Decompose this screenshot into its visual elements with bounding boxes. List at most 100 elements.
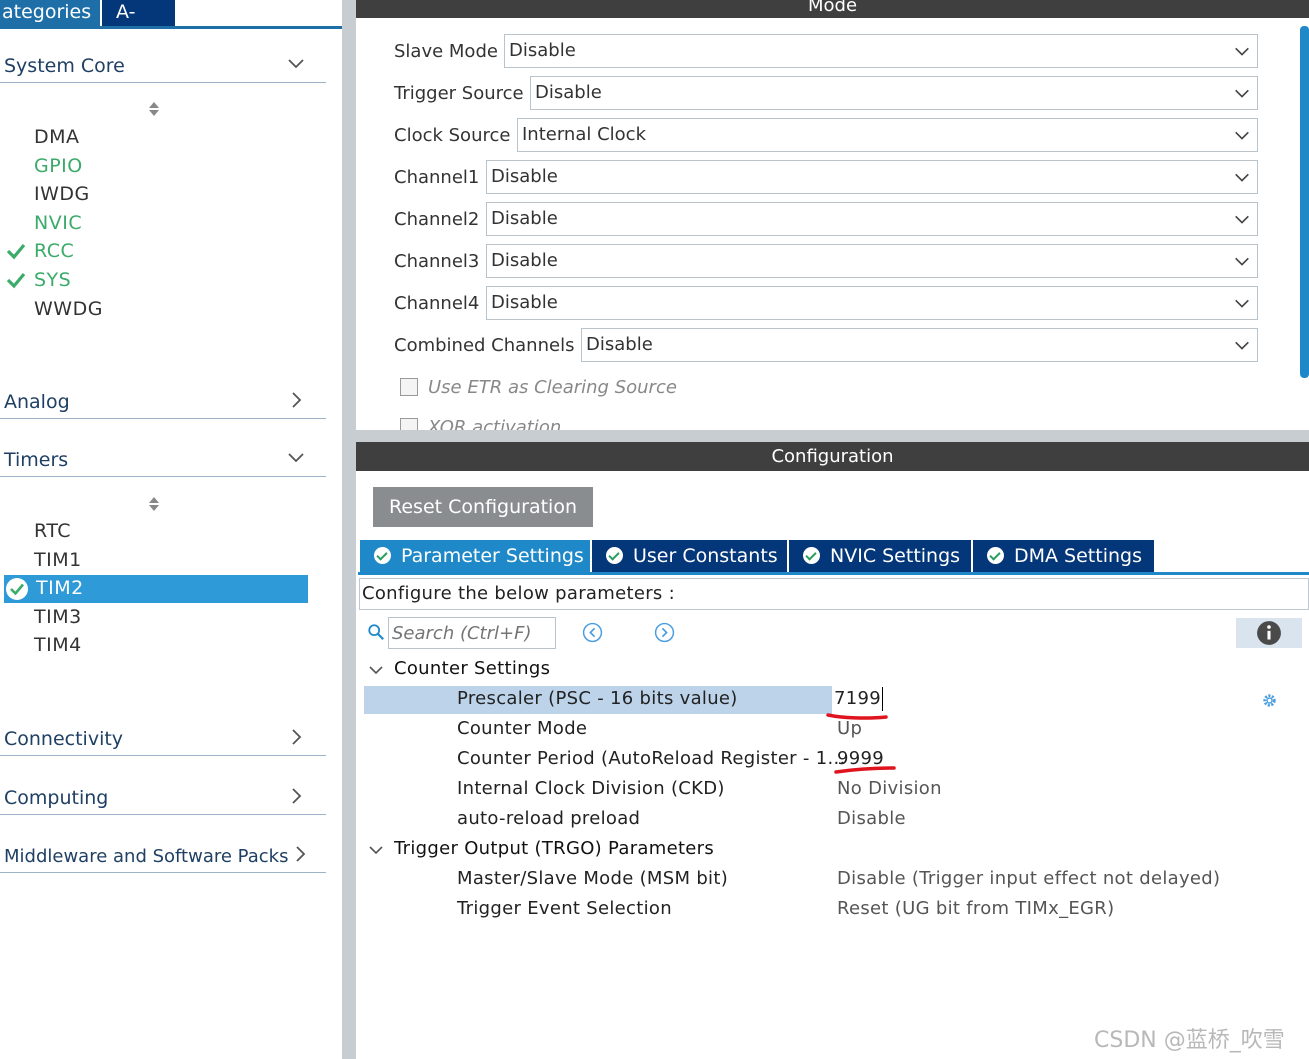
category-timers[interactable]: Timers [4, 448, 324, 472]
peripheral-rtc[interactable]: RTC [34, 519, 71, 543]
chevron-right-icon [292, 392, 302, 408]
peripheral-iwdg[interactable]: IWDG [34, 182, 90, 206]
category-analog[interactable]: Analog [4, 390, 324, 414]
panel-gap [356, 430, 1309, 442]
peripheral-tim2[interactable]: TIM2 [36, 576, 84, 600]
peripheral-tim3[interactable]: TIM3 [34, 605, 82, 629]
configuration-header: Configuration [356, 442, 1309, 471]
field-label: Combined Channels [394, 334, 575, 356]
peripheral-nvic[interactable]: NVIC [34, 211, 82, 235]
sort-icon[interactable] [148, 496, 160, 512]
check-circle-icon [6, 578, 28, 601]
param-name[interactable]: Prescaler (PSC - 16 bits value) [457, 687, 738, 711]
tab-label: User Constants [633, 545, 778, 567]
field-label: Clock Source [394, 124, 511, 146]
channel3-select[interactable]: Disable [486, 244, 1258, 278]
tabs-underline [358, 572, 1309, 575]
chevron-right-icon [296, 846, 306, 862]
sort-icon[interactable] [148, 101, 160, 117]
chevron-down-icon[interactable] [368, 662, 384, 678]
check-circle-icon [803, 547, 820, 564]
checkmark-icon [6, 241, 26, 261]
channel4-select[interactable]: Disable [486, 286, 1258, 320]
checkbox-label: Use ETR as Clearing Source [428, 376, 677, 398]
settings-gear-icon[interactable] [1260, 691, 1279, 710]
peripheral-rcc[interactable]: RCC [34, 239, 74, 263]
search-input[interactable] [388, 617, 556, 649]
checkbox[interactable] [400, 418, 418, 430]
tab-a-z[interactable]: A->Z [102, 0, 175, 47]
etr-checkbox-row[interactable]: Use ETR as Clearing Source [400, 374, 677, 400]
param-value[interactable]: Disable (Trigger input effect not delaye… [837, 867, 1220, 891]
reset-configuration-button[interactable]: Reset Configuration [373, 487, 593, 527]
chevron-right-icon [292, 729, 302, 745]
mode-row-slave-mode: Slave Mode [394, 34, 498, 68]
param-name[interactable]: Internal Clock Division (CKD) [457, 777, 725, 801]
tab-nvic-settings[interactable]: NVIC Settings [789, 540, 971, 572]
reset-label: Reset Configuration [389, 496, 577, 518]
param-name[interactable]: Counter Mode [457, 717, 587, 741]
param-value[interactable]: Reset (UG bit from TIMx_EGR) [837, 897, 1114, 921]
channel2-select[interactable]: Disable [486, 202, 1258, 236]
panel-splitter[interactable] [342, 0, 356, 1059]
param-name[interactable]: Counter Period (AutoReload Register - 1.… [457, 747, 846, 771]
param-value[interactable]: Disable [837, 807, 906, 831]
combined-channels-select[interactable]: Disable [581, 328, 1258, 362]
chevron-down-icon [1235, 341, 1249, 350]
tab-label: NVIC Settings [830, 545, 961, 567]
peripheral-dma[interactable]: DMA [34, 125, 80, 149]
category-system-core[interactable]: System Core [4, 54, 324, 78]
mode-row-channel2: Channel2 [394, 202, 479, 236]
checkmark-icon [6, 270, 26, 290]
mode-header: Mode [356, 0, 1309, 18]
xor-checkbox-row[interactable]: XOR activation [400, 414, 561, 430]
mode-row-combined-channels: Combined Channels [394, 328, 574, 362]
param-name[interactable]: Trigger Event Selection [457, 897, 672, 921]
check-circle-icon [987, 547, 1004, 564]
checkbox[interactable] [400, 378, 418, 396]
category-label: Analog [4, 391, 70, 413]
left-panel: ategories A->Z System Core DMA GPIO IWDG NV… [0, 0, 342, 1059]
tab-parameter-settings[interactable]: Parameter Settings [360, 540, 590, 572]
next-match-icon[interactable] [654, 622, 675, 643]
divider [0, 82, 326, 83]
field-label: Channel1 [394, 166, 480, 188]
divider [0, 755, 326, 756]
tab-user-constants[interactable]: User Constants [592, 540, 787, 572]
peripheral-tim1[interactable]: TIM1 [34, 548, 82, 572]
peripheral-wwdg[interactable]: WWDG [34, 297, 103, 321]
peripheral-sys[interactable]: SYS [34, 268, 71, 292]
trigger-source-select[interactable]: Disable [530, 76, 1258, 110]
chevron-down-icon [1235, 47, 1249, 56]
param-name[interactable]: Master/Slave Mode (MSM bit) [457, 867, 728, 891]
check-circle-icon [374, 547, 391, 564]
annotation-underlines [826, 713, 896, 774]
selected-value: Disable [509, 40, 576, 61]
mode-scrollbar[interactable] [1300, 26, 1309, 378]
info-button[interactable] [1236, 618, 1302, 648]
chevron-down-icon [288, 59, 304, 69]
previous-match-icon[interactable] [582, 622, 603, 643]
category-connectivity[interactable]: Connectivity [4, 727, 324, 751]
search-icon [368, 624, 384, 640]
category-label: System Core [4, 55, 125, 77]
chevron-right-icon [292, 788, 302, 804]
slave-mode-select[interactable]: Disable [504, 34, 1258, 68]
channel1-select[interactable]: Disable [486, 160, 1258, 194]
peripheral-gpio[interactable]: GPIO [34, 154, 83, 178]
chevron-down-icon[interactable] [368, 842, 384, 858]
field-label: Channel2 [394, 208, 480, 230]
category-middleware[interactable]: Middleware and Software Packs [4, 844, 324, 869]
chevron-down-icon [1235, 215, 1249, 224]
clock-source-select[interactable]: Internal Clock [517, 118, 1258, 152]
param-name[interactable]: auto-reload preload [457, 807, 640, 831]
field-label: Slave Mode [394, 40, 498, 62]
section-counter-settings[interactable]: Counter Settings [394, 657, 550, 681]
tab-categories[interactable]: ategories [0, 0, 100, 26]
section-trigger-output-trgo-parameters[interactable]: Trigger Output (TRGO) Parameters [394, 837, 714, 861]
tab-dma-settings[interactable]: DMA Settings [973, 540, 1154, 572]
category-label: Middleware and Software Packs [4, 846, 289, 867]
peripheral-tim4[interactable]: TIM4 [34, 633, 82, 657]
category-computing[interactable]: Computing [4, 786, 324, 810]
selected-value: Disable [491, 208, 558, 229]
